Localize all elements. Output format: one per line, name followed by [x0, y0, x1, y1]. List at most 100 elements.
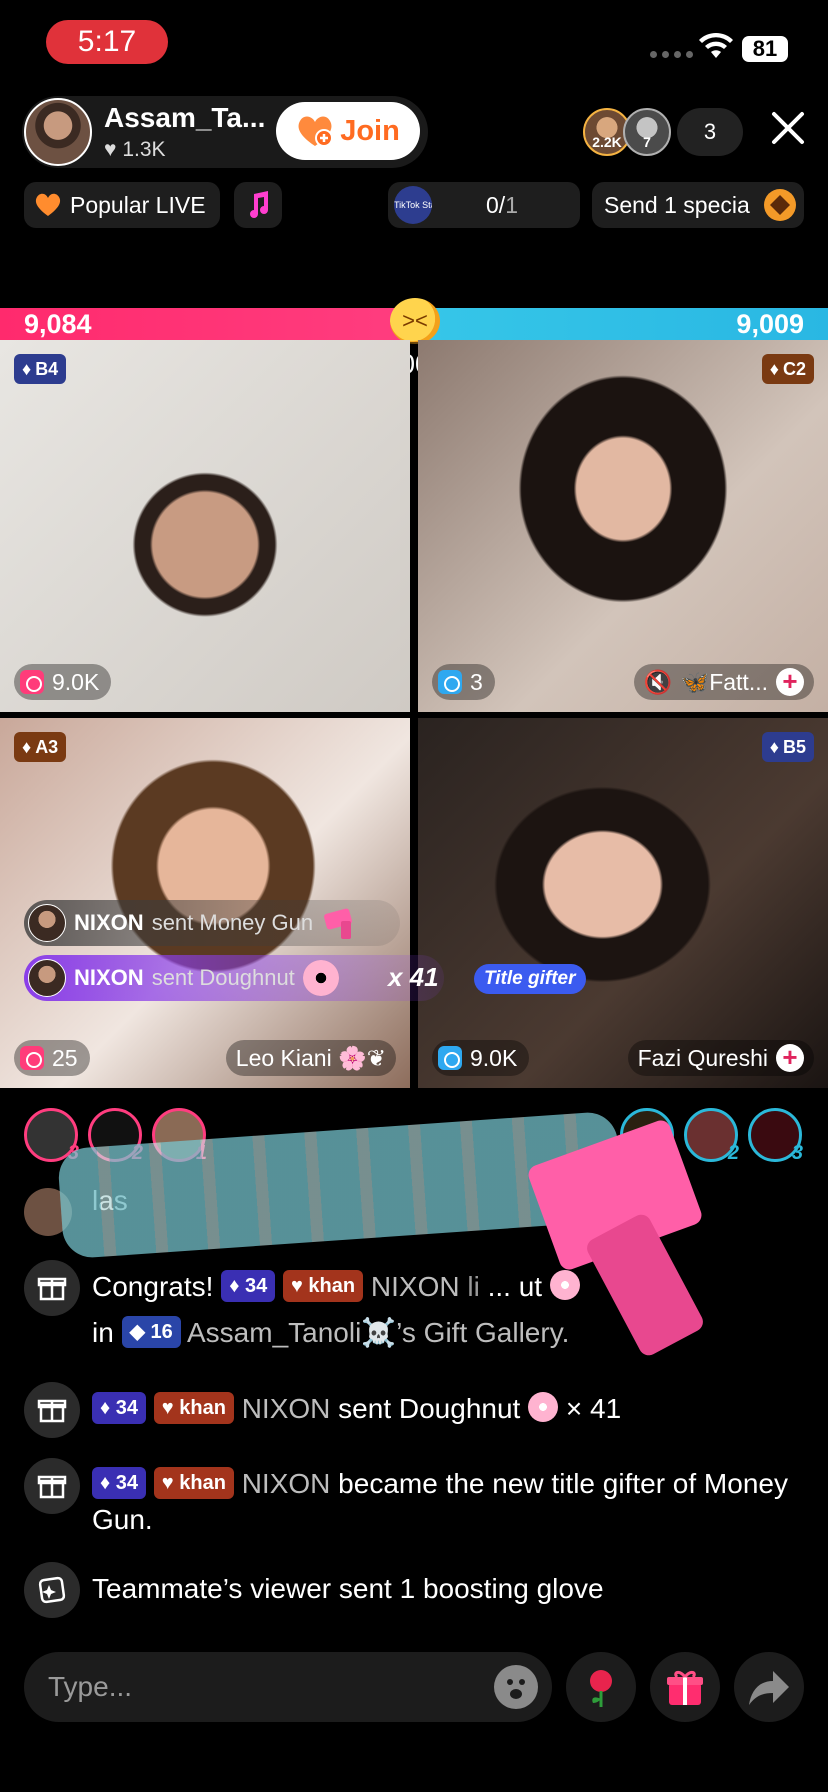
host-name[interactable]: Assam_Ta... [104, 102, 265, 134]
popular-live-label: Popular LIVE [70, 191, 206, 218]
diamond-icon: ♦ [769, 736, 779, 757]
heart-icon [35, 193, 61, 216]
fan-badge: ♥ khan [282, 1270, 364, 1302]
sparkle-card-icon [24, 1562, 80, 1618]
chat-username[interactable]: NIXON [242, 1468, 331, 1499]
level-badge: ◆ 16 [121, 1316, 181, 1348]
gift-box-icon [24, 1260, 80, 1316]
guest-name: Leo Kiani 🌸❦ [235, 1044, 386, 1071]
chat-username[interactable]: Assam_Tanoli☠️’s Gift Gallery. [187, 1317, 569, 1348]
guest-video-2[interactable]: ♦ C2 3 🔇 🦋Fatt... + [418, 340, 828, 712]
rose-icon [590, 1670, 612, 1707]
rose-gift-button[interactable] [566, 1652, 636, 1722]
chat-username[interactable]: NIXON [242, 1393, 331, 1424]
goal-avatar: TikTok Stars [394, 186, 432, 224]
gift-button[interactable] [650, 1652, 720, 1722]
heart-icon: ♥ [104, 138, 117, 161]
gift-box-icon [24, 1382, 80, 1438]
comment-input-bar[interactable] [24, 1652, 552, 1722]
share-arrow-icon [749, 1671, 789, 1705]
level-badge: ♦ 34 [92, 1467, 147, 1499]
host-avatar[interactable] [24, 98, 92, 166]
comment-input[interactable] [48, 1652, 468, 1722]
music-note-icon [250, 191, 268, 218]
gift-action: sent Doughnut [151, 965, 295, 990]
fan-badge: ♥ khan [153, 1467, 234, 1499]
join-button[interactable]: Join [276, 102, 420, 160]
left-team-score: 9,084 [24, 309, 92, 339]
gifter-name: NIXON [74, 910, 144, 935]
guest-name: 🦋Fatt... [680, 668, 768, 695]
battery-indicator: 81 [742, 36, 788, 62]
doughnut-icon [528, 1392, 559, 1422]
diamond-icon: ♦ [22, 736, 32, 757]
top-gifter-right-3[interactable]: 3 [748, 1108, 803, 1164]
send-special-chip[interactable]: Send 1 specia [592, 182, 804, 228]
status-bar: 5:17 81 [0, 0, 828, 86]
emoji-icon[interactable] [494, 1665, 538, 1709]
guest-score: 9.0K [14, 664, 112, 700]
popular-live-chip[interactable]: Popular LIVE [24, 182, 220, 228]
score-icon [20, 1046, 44, 1070]
chat-message-text: ♦ 34 ♥ khan NIXON sent Doughnut × 41 [92, 1386, 812, 1432]
host-card[interactable]: Assam_Ta... ♥ 1.3K Join [22, 96, 428, 168]
guest-video-4[interactable]: ♦ B5 9.0K Fazi Qureshi + [418, 718, 828, 1088]
right-team-score: 9,009 [736, 309, 804, 339]
guest-score: 3 [432, 664, 495, 700]
gift-banner: NIXON sent Money Gun [24, 900, 400, 946]
score-icon [438, 1046, 462, 1070]
gift-box-icon [24, 1458, 80, 1514]
guest-score: 9.0K [432, 1040, 530, 1076]
rank-badge: ♦ B5 [761, 732, 814, 762]
guest-name-tag[interactable]: Leo Kiani 🌸❦ [225, 1040, 396, 1076]
rank-badge: ♦ C2 [761, 354, 814, 384]
guest-name-tag[interactable]: 🔇 🦋Fatt... + [633, 664, 814, 700]
level-badge: ♦ 34 [221, 1270, 276, 1302]
boost-icon [764, 189, 796, 221]
chat-username[interactable]: NIXON [371, 1271, 460, 1302]
send-special-label: Send 1 specia [604, 191, 750, 218]
host-likes-count: 1.3K [122, 138, 166, 161]
plus-icon[interactable]: + [776, 1044, 804, 1072]
cellular-signal-icon [650, 51, 693, 58]
guest-name-tag[interactable]: Fazi Qureshi + [627, 1040, 814, 1076]
gifter-avatar [28, 959, 66, 997]
diamond-icon: ♦ [22, 358, 32, 379]
host-likes: ♥ 1.3K [104, 138, 166, 162]
viewer-count[interactable]: 3 [677, 108, 743, 156]
goal-chip[interactable]: TikTok Stars 0/1 [388, 182, 580, 228]
score-icon [438, 670, 462, 694]
goal-progress: 0/1 [486, 191, 518, 218]
muted-speaker-icon: 🔇 [643, 668, 673, 695]
doughnut-icon [549, 1270, 580, 1300]
join-label: Join [340, 114, 400, 147]
guest-score: 25 [14, 1040, 90, 1076]
gift-icon [667, 1670, 703, 1705]
viewer-avatar[interactable]: 7 [623, 108, 671, 156]
guest-name: Fazi Qureshi [637, 1044, 768, 1071]
rank-badge: ♦ B4 [14, 354, 67, 384]
share-button[interactable] [734, 1652, 804, 1722]
battle-emoji-icon: >< [390, 298, 440, 344]
guest-video-1[interactable]: ♦ B4 9.0K [0, 340, 410, 712]
score-icon [20, 670, 44, 694]
close-icon[interactable] [770, 110, 806, 146]
plus-icon[interactable]: + [776, 668, 804, 696]
money-gun-icon [324, 908, 353, 939]
doughnut-icon [302, 960, 339, 996]
chat-message-text: ♦ 34 ♥ khan NIXON became the new title g… [92, 1467, 788, 1535]
diamond-icon: ♦ [769, 358, 779, 379]
music-button[interactable] [234, 182, 282, 228]
top-viewers[interactable]: 2.2K 7 3 [583, 108, 743, 156]
gift-action: sent Money Gun [151, 910, 314, 935]
heart-plus-icon [298, 116, 334, 147]
fan-badge: ♥ khan [153, 1392, 234, 1424]
chat-message-text: Teammate’s viewer sent 1 boosting glove [92, 1573, 604, 1604]
rank-badge: ♦ A3 [14, 732, 67, 762]
gift-multiplier: x 41 [388, 962, 439, 992]
clock-pill[interactable]: 5:17 [46, 20, 168, 64]
top-gifter-right-2[interactable]: 2 [684, 1108, 739, 1164]
wifi-icon [699, 32, 733, 58]
gifter-avatar [28, 904, 66, 942]
chat-message-text: Congrats! ♦ 34 ♥ khan NIXON li ... ut in… [92, 1264, 812, 1356]
